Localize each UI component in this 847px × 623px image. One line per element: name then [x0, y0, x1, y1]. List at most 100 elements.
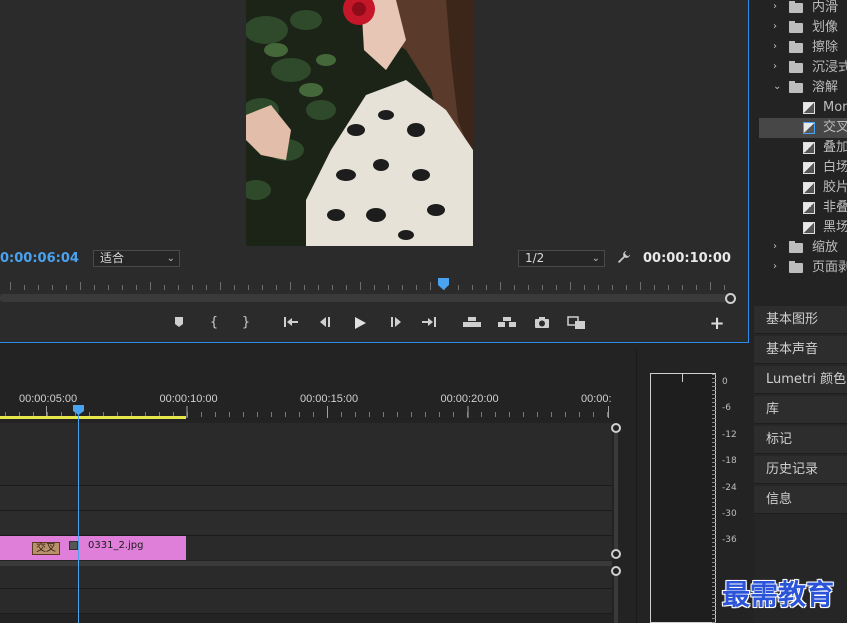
chevron-down-icon[interactable]: ⌄ — [773, 81, 781, 92]
ruler-tick — [495, 412, 496, 417]
chevron-right-icon[interactable]: › — [773, 41, 777, 52]
meter-tick — [712, 602, 716, 603]
meter-tick — [712, 574, 716, 575]
ruler-tick — [593, 412, 594, 417]
panel-tab[interactable]: Lumetri 颜色 — [754, 366, 847, 394]
meter-tick — [712, 418, 716, 419]
ruler-tick — [397, 412, 398, 417]
effects-folder[interactable]: › 沉浸式 — [759, 58, 847, 78]
panel-tab[interactable]: 基本声音 — [754, 336, 847, 364]
effects-item-label: Morph — [823, 100, 847, 115]
panel-tab[interactable]: 库 — [754, 396, 847, 424]
timeline-vertical-scrollbar[interactable] — [610, 423, 622, 623]
scroll-track-video[interactable] — [614, 433, 618, 551]
mini-ruler-tick — [682, 285, 683, 290]
step-back-icon[interactable] — [314, 313, 336, 333]
export-frame-icon[interactable] — [531, 313, 553, 333]
effects-item-label: 交叉 — [823, 120, 847, 135]
lift-icon[interactable] — [461, 313, 483, 333]
go-to-in-icon[interactable] — [280, 313, 302, 333]
panel-tab[interactable]: 信息 — [754, 486, 847, 514]
scroll-knob-audio-top[interactable] — [611, 566, 621, 576]
meter-tick — [712, 450, 716, 451]
effects-item[interactable]: Morph — [759, 98, 847, 118]
video-track-0[interactable] — [0, 511, 612, 535]
fx-badge-icon — [69, 541, 78, 550]
go-to-out-icon[interactable] — [418, 313, 440, 333]
scroll-knob-bottom[interactable] — [611, 549, 621, 559]
meter-tick — [712, 570, 716, 571]
play-icon[interactable] — [349, 313, 371, 333]
effects-folder[interactable]: › 页面剥 — [759, 258, 847, 278]
monitor-playhead[interactable] — [438, 278, 449, 290]
ruler-tick — [425, 412, 426, 417]
marker-icon[interactable] — [168, 313, 190, 333]
ruler-tick — [243, 412, 244, 417]
effects-folder[interactable]: › 内滑 — [759, 0, 847, 18]
monitor-zoom-scrollbar[interactable] — [0, 294, 734, 302]
mini-ruler-tick — [472, 285, 473, 290]
meter-tick — [712, 514, 716, 515]
panel-tab[interactable]: 标记 — [754, 426, 847, 454]
meter-tick — [712, 462, 716, 463]
current-timecode[interactable]: 0:00:06:04 — [0, 251, 79, 266]
ruler-tick — [257, 412, 258, 417]
ruler-tick — [453, 412, 454, 417]
in-point-icon[interactable]: { — [203, 313, 225, 333]
effects-folder[interactable]: › 划像 — [759, 18, 847, 38]
track-divider — [0, 613, 612, 614]
transition-block[interactable]: 交叉 — [32, 542, 60, 555]
scroll-track-audio[interactable] — [614, 575, 618, 623]
effects-item[interactable]: 叠加 — [759, 138, 847, 158]
panel-tab[interactable]: 基本图形 — [754, 306, 847, 334]
playback-resolution-dropdown[interactable]: 1/2 ⌄ — [518, 250, 605, 267]
watermark-logo: 最需教育 — [722, 578, 835, 611]
panel-tab[interactable]: 历史记录 — [754, 456, 847, 484]
ruler-tick — [509, 412, 510, 417]
mini-ruler-tick — [52, 285, 53, 290]
effects-item[interactable]: 交叉 — [759, 118, 847, 138]
effects-folder[interactable]: › 擦除 — [759, 38, 847, 58]
out-point-icon[interactable]: } — [235, 313, 257, 333]
monitor-mini-ruler[interactable] — [0, 276, 738, 292]
effects-folder[interactable]: › 缩放 — [759, 238, 847, 258]
chevron-right-icon[interactable]: › — [773, 241, 777, 252]
effects-item[interactable]: 非叠 — [759, 198, 847, 218]
chevron-right-icon[interactable]: › — [773, 21, 777, 32]
zoom-fit-dropdown[interactable]: 适合 ⌄ — [93, 250, 180, 267]
folder-icon — [789, 1, 803, 13]
meter-tick — [712, 458, 716, 459]
timeline-ruler[interactable]: 00:00:05:00 00:00:10:00 00:00:15:00 00:00:2… — [0, 386, 612, 420]
audio-track-1[interactable] — [0, 566, 612, 588]
chevron-right-icon[interactable]: › — [773, 61, 777, 72]
effects-item[interactable]: 黑场 — [759, 218, 847, 238]
playhead-handle[interactable] — [73, 405, 84, 415]
chevron-down-icon: ⌄ — [166, 253, 175, 264]
video-track-1[interactable] — [0, 486, 612, 510]
work-area-bar[interactable] — [0, 416, 186, 419]
chevron-right-icon[interactable]: › — [773, 1, 777, 12]
add-button[interactable]: + — [707, 314, 727, 334]
effects-folder[interactable]: ⌄ 溶解 — [759, 78, 847, 98]
effects-item[interactable]: 胶片 — [759, 178, 847, 198]
scroll-knob-top[interactable] — [611, 423, 621, 433]
comparison-view-icon[interactable] — [566, 313, 588, 333]
mini-ruler-tick — [640, 282, 641, 290]
video-track-2[interactable] — [0, 423, 612, 485]
zoom-scroll-handle[interactable] — [725, 293, 736, 304]
meter-tick — [712, 394, 716, 395]
effects-folder-label: 内滑 — [812, 0, 839, 15]
db-label: -18 — [722, 456, 737, 467]
meter-tick — [712, 430, 716, 431]
effects-item[interactable]: 白场 — [759, 158, 847, 178]
meter-tick — [712, 606, 716, 607]
settings-wrench-icon[interactable] — [617, 250, 631, 264]
mini-ruler-tick — [486, 285, 487, 290]
playback-resolution-value: 1/2 — [525, 251, 545, 265]
mini-ruler-tick — [80, 282, 81, 290]
step-forward-icon[interactable] — [385, 313, 407, 333]
chevron-right-icon[interactable]: › — [773, 261, 777, 272]
audio-track-2[interactable] — [0, 589, 612, 613]
extract-icon[interactable] — [496, 313, 518, 333]
meter-tick — [712, 614, 716, 615]
